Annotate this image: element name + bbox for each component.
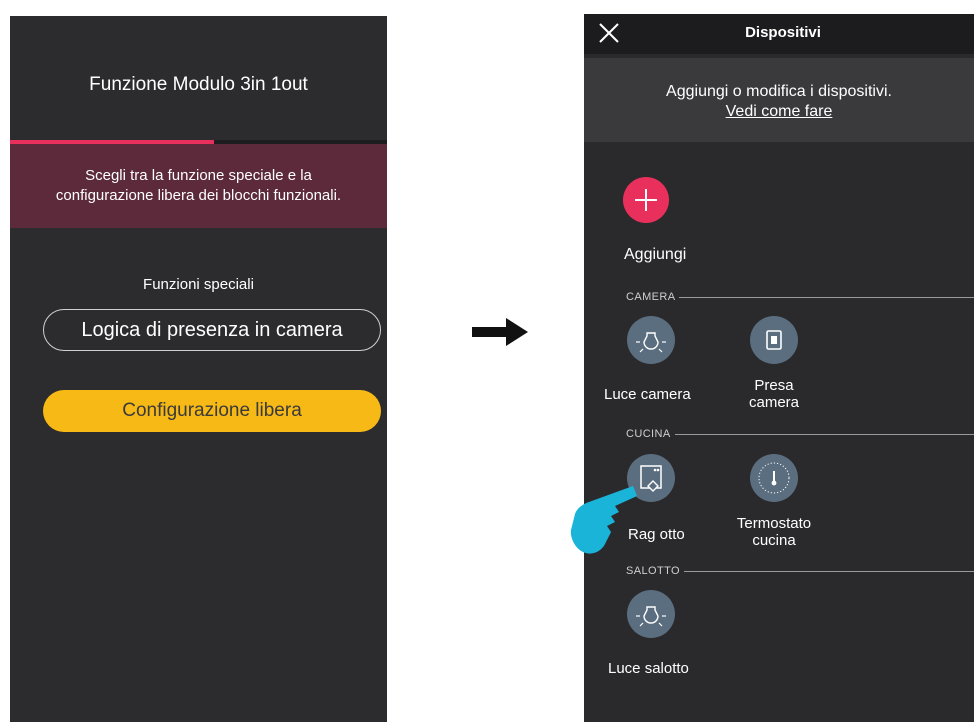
device-luce-camera[interactable] xyxy=(627,316,675,364)
info-banner: Scegli tra la funzione speciale e la con… xyxy=(10,144,387,228)
add-label: Aggiungi xyxy=(624,246,687,263)
group-header-cucina: CUCINA xyxy=(626,427,974,441)
divider xyxy=(674,433,974,435)
top-bar: Dispositivi xyxy=(584,14,974,54)
device-label: Termostato cucina xyxy=(724,515,824,549)
device-label: Rag otto xyxy=(628,526,685,543)
device-label: Luce camera xyxy=(604,386,691,403)
divider xyxy=(683,570,974,572)
light-bulb-icon xyxy=(636,332,666,353)
device-label-line-1: Termostato xyxy=(736,515,812,532)
group-title: CAMERA xyxy=(626,291,676,303)
arrow-right-icon xyxy=(472,318,528,346)
group-header-salotto: SALOTTO xyxy=(626,564,974,578)
device-label-line-2: camera xyxy=(748,394,800,411)
group-title: SALOTTO xyxy=(626,565,680,577)
left-screen: Funzione Modulo 3in 1out Scegli tra la f… xyxy=(10,16,387,722)
how-to-link[interactable]: Vedi come fare xyxy=(584,102,974,122)
divider xyxy=(679,296,974,298)
right-screen: Dispositivi Aggiungi o modifica i dispos… xyxy=(584,14,974,722)
plus-icon xyxy=(635,189,657,211)
page-title: Funzione Modulo 3in 1out xyxy=(89,74,308,95)
section-label-special-functions: Funzioni speciali xyxy=(143,276,254,293)
pointing-hand-icon xyxy=(570,486,637,554)
device-termostato-cucina[interactable] xyxy=(750,454,798,502)
device-label: Presa camera xyxy=(724,377,824,411)
light-bulb-icon xyxy=(636,606,666,627)
hint-text: Aggiungi o modifica i dispositivi. xyxy=(666,83,892,100)
screen-title: Dispositivi xyxy=(745,24,821,41)
thermostat-icon xyxy=(758,462,790,494)
device-label-line-2: cucina xyxy=(752,532,796,549)
device-label-line-1: Presa xyxy=(754,377,794,394)
group-header-camera: CAMERA xyxy=(626,290,974,304)
add-device-button[interactable] xyxy=(623,177,669,223)
device-luce-salotto[interactable] xyxy=(627,590,675,638)
group-title: CUCINA xyxy=(626,428,671,440)
presence-logic-button[interactable]: Logica di presenza in camera xyxy=(43,309,381,351)
device-label: Luce salotto xyxy=(608,660,689,677)
device-presa-camera[interactable] xyxy=(750,316,798,364)
hint-banner: Aggiungi o modifica i dispositivi. Vedi … xyxy=(584,58,974,142)
socket-icon xyxy=(766,330,782,350)
info-line-1: Scegli tra la funzione speciale e la xyxy=(85,167,312,184)
free-configuration-button[interactable]: Configurazione libera xyxy=(43,390,381,432)
info-line-2: configurazione libera dei blocchi funzio… xyxy=(55,187,342,204)
